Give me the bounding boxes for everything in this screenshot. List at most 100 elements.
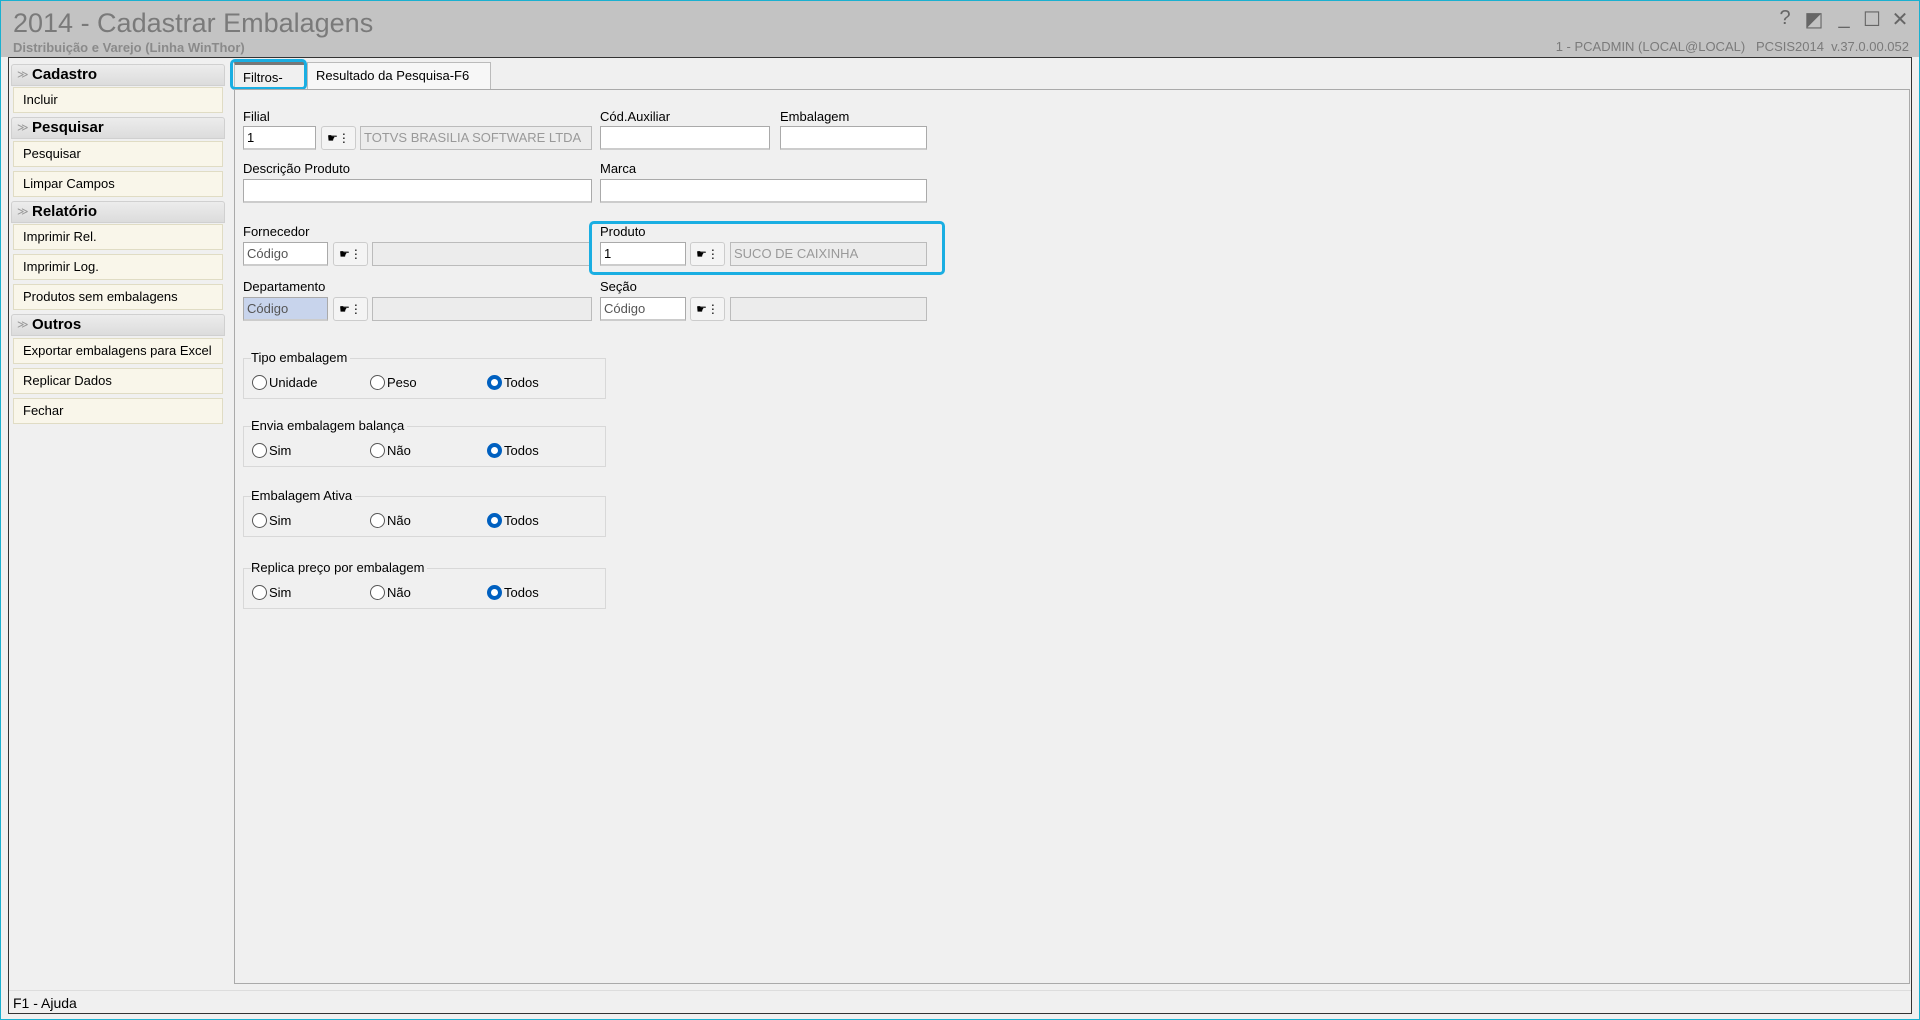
sidebar-section-outros[interactable]: ≫ Outros: [11, 314, 225, 336]
hand-pointer-lookup-icon: ☛⋮: [327, 131, 350, 145]
help-icon[interactable]: ?: [1773, 7, 1797, 30]
descricao-produto-label: Descrição Produto: [243, 161, 350, 176]
radio-option[interactable]: Não: [370, 443, 411, 458]
sidebar-item-fechar[interactable]: Fechar: [13, 398, 223, 424]
radio-option[interactable]: Todos: [487, 513, 539, 528]
radio-group-title: Replica preço por embalagem: [251, 560, 428, 575]
radio-unchecked-icon: [370, 585, 385, 600]
radio-checked-icon: [487, 513, 502, 528]
departamento-input[interactable]: Código: [243, 297, 328, 321]
section-title: Pesquisar: [32, 119, 104, 136]
departamento-description: [372, 297, 592, 321]
radio-option[interactable]: Peso: [370, 375, 417, 390]
secao-input[interactable]: Código: [600, 297, 686, 321]
secao-label: Seção: [600, 279, 637, 294]
produto-highlight: [589, 221, 945, 275]
fornecedor-label: Fornecedor: [243, 224, 310, 239]
filial-lookup-button[interactable]: ☛⋮: [321, 126, 356, 150]
radio-unchecked-icon: [252, 443, 267, 458]
hand-pointer-lookup-icon: ☛⋮: [339, 302, 362, 316]
sidebar-section-pesquisar[interactable]: ≫ Pesquisar: [11, 117, 225, 139]
radio-group-title: Tipo embalagem: [251, 350, 351, 365]
filial-input[interactable]: 1: [243, 126, 316, 150]
application-window: 2014 - Cadastrar Embalagens Distribuição…: [0, 0, 1920, 1020]
radio-label: Não: [387, 513, 411, 528]
secao-lookup-button[interactable]: ☛⋮: [690, 297, 725, 321]
window-subtitle: Distribuição e Varejo (Linha WinThor): [13, 40, 245, 55]
radio-option[interactable]: Sim: [252, 513, 291, 528]
section-title: Relatório: [32, 203, 98, 220]
embalagem-label: Embalagem: [780, 109, 850, 124]
sidebar-item-replicar-dados[interactable]: Replicar Dados: [13, 368, 223, 394]
radio-unchecked-icon: [370, 513, 385, 528]
section-title: Outros: [32, 316, 82, 333]
radio-label: Todos: [504, 443, 539, 458]
radio-group: Envia embalagem balança Sim Não Todos: [243, 418, 606, 467]
radio-label: Todos: [504, 585, 539, 600]
departamento-label: Departamento: [243, 279, 326, 294]
filial-label: Filial: [243, 109, 270, 124]
radio-group-title: Envia embalagem balança: [251, 418, 408, 433]
sidebar-item-pesquisar[interactable]: Pesquisar: [13, 141, 223, 167]
radio-unchecked-icon: [252, 513, 267, 528]
radio-option[interactable]: Unidade: [252, 375, 317, 390]
chevron-double-down-icon: ≫: [17, 69, 29, 81]
radio-option[interactable]: Todos: [487, 375, 539, 390]
sidebar-section-relatorio[interactable]: ≫ Relatório: [11, 201, 225, 223]
fornecedor-input[interactable]: Código: [243, 242, 328, 266]
section-title: Cadastro: [32, 66, 98, 83]
tab-resultado-pesquisa[interactable]: Resultado da Pesquisa-F6: [307, 62, 491, 89]
radio-option[interactable]: Sim: [252, 443, 291, 458]
radio-option[interactable]: Não: [370, 585, 411, 600]
radio-label: Peso: [387, 375, 417, 390]
radio-label: Unidade: [269, 375, 318, 390]
title-bar: 2014 - Cadastrar Embalagens Distribuição…: [1, 1, 1919, 57]
sidebar-item-limpar-campos[interactable]: Limpar Campos: [13, 171, 223, 197]
sidebar-item-exportar-excel[interactable]: Exportar embalagens para Excel: [13, 338, 223, 364]
radio-option[interactable]: Todos: [487, 443, 539, 458]
radio-group: Tipo embalagem Unidade Peso Todos: [243, 350, 606, 399]
radio-unchecked-icon: [370, 375, 385, 390]
minimize-icon[interactable]: _: [1832, 7, 1856, 30]
status-bar: F1 - Ajuda: [9, 990, 1911, 1013]
radio-unchecked-icon: [252, 375, 267, 390]
radio-checked-icon: [487, 585, 502, 600]
sidebar-item-imprimir-log[interactable]: Imprimir Log.: [13, 254, 223, 280]
restore-alt-icon[interactable]: ◩: [1802, 7, 1826, 32]
radio-group-title: Embalagem Ativa: [251, 488, 356, 503]
radio-unchecked-icon: [252, 585, 267, 600]
radio-option[interactable]: Todos: [487, 585, 539, 600]
radio-label: Sim: [269, 443, 292, 458]
radio-unchecked-icon: [370, 443, 385, 458]
departamento-lookup-button[interactable]: ☛⋮: [333, 297, 368, 321]
hand-pointer-lookup-icon: ☛⋮: [696, 302, 719, 316]
sidebar-item-produtos-sem-embalagens[interactable]: Produtos sem embalagens: [13, 284, 223, 310]
radio-label: Todos: [504, 375, 539, 390]
close-icon[interactable]: ✕: [1888, 7, 1912, 32]
radio-group: Replica preço por embalagem Sim Não Todos: [243, 560, 606, 609]
radio-option[interactable]: Sim: [252, 585, 291, 600]
embalagem-input[interactable]: [780, 126, 927, 150]
sidebar-section-cadastro[interactable]: ≫ Cadastro: [11, 64, 225, 86]
radio-label: Sim: [269, 585, 292, 600]
cod-auxiliar-label: Cód.Auxiliar: [600, 109, 671, 124]
fornecedor-lookup-button[interactable]: ☛⋮: [333, 242, 368, 266]
chevron-double-down-icon: ≫: [17, 319, 29, 331]
maximize-icon[interactable]: ☐: [1860, 7, 1884, 32]
secao-description: [730, 297, 927, 321]
filial-description: TOTVS BRASILIA SOFTWARE LTDA: [360, 126, 592, 150]
marca-label: Marca: [600, 161, 637, 176]
descricao-produto-input[interactable]: [243, 179, 592, 203]
cod-auxiliar-input[interactable]: [600, 126, 770, 150]
radio-option[interactable]: Não: [370, 513, 411, 528]
radio-label: Todos: [504, 513, 539, 528]
tab-highlight: [230, 59, 307, 90]
sidebar-item-imprimir-rel[interactable]: Imprimir Rel.: [13, 224, 223, 250]
window-title: 2014 - Cadastrar Embalagens: [13, 8, 374, 38]
radio-label: Não: [387, 443, 411, 458]
chevron-double-down-icon: ≫: [17, 206, 29, 218]
sidebar-item-incluir[interactable]: Incluir: [13, 87, 223, 113]
marca-input[interactable]: [600, 179, 927, 203]
radio-label: Não: [387, 585, 411, 600]
chevron-double-down-icon: ≫: [17, 122, 29, 134]
